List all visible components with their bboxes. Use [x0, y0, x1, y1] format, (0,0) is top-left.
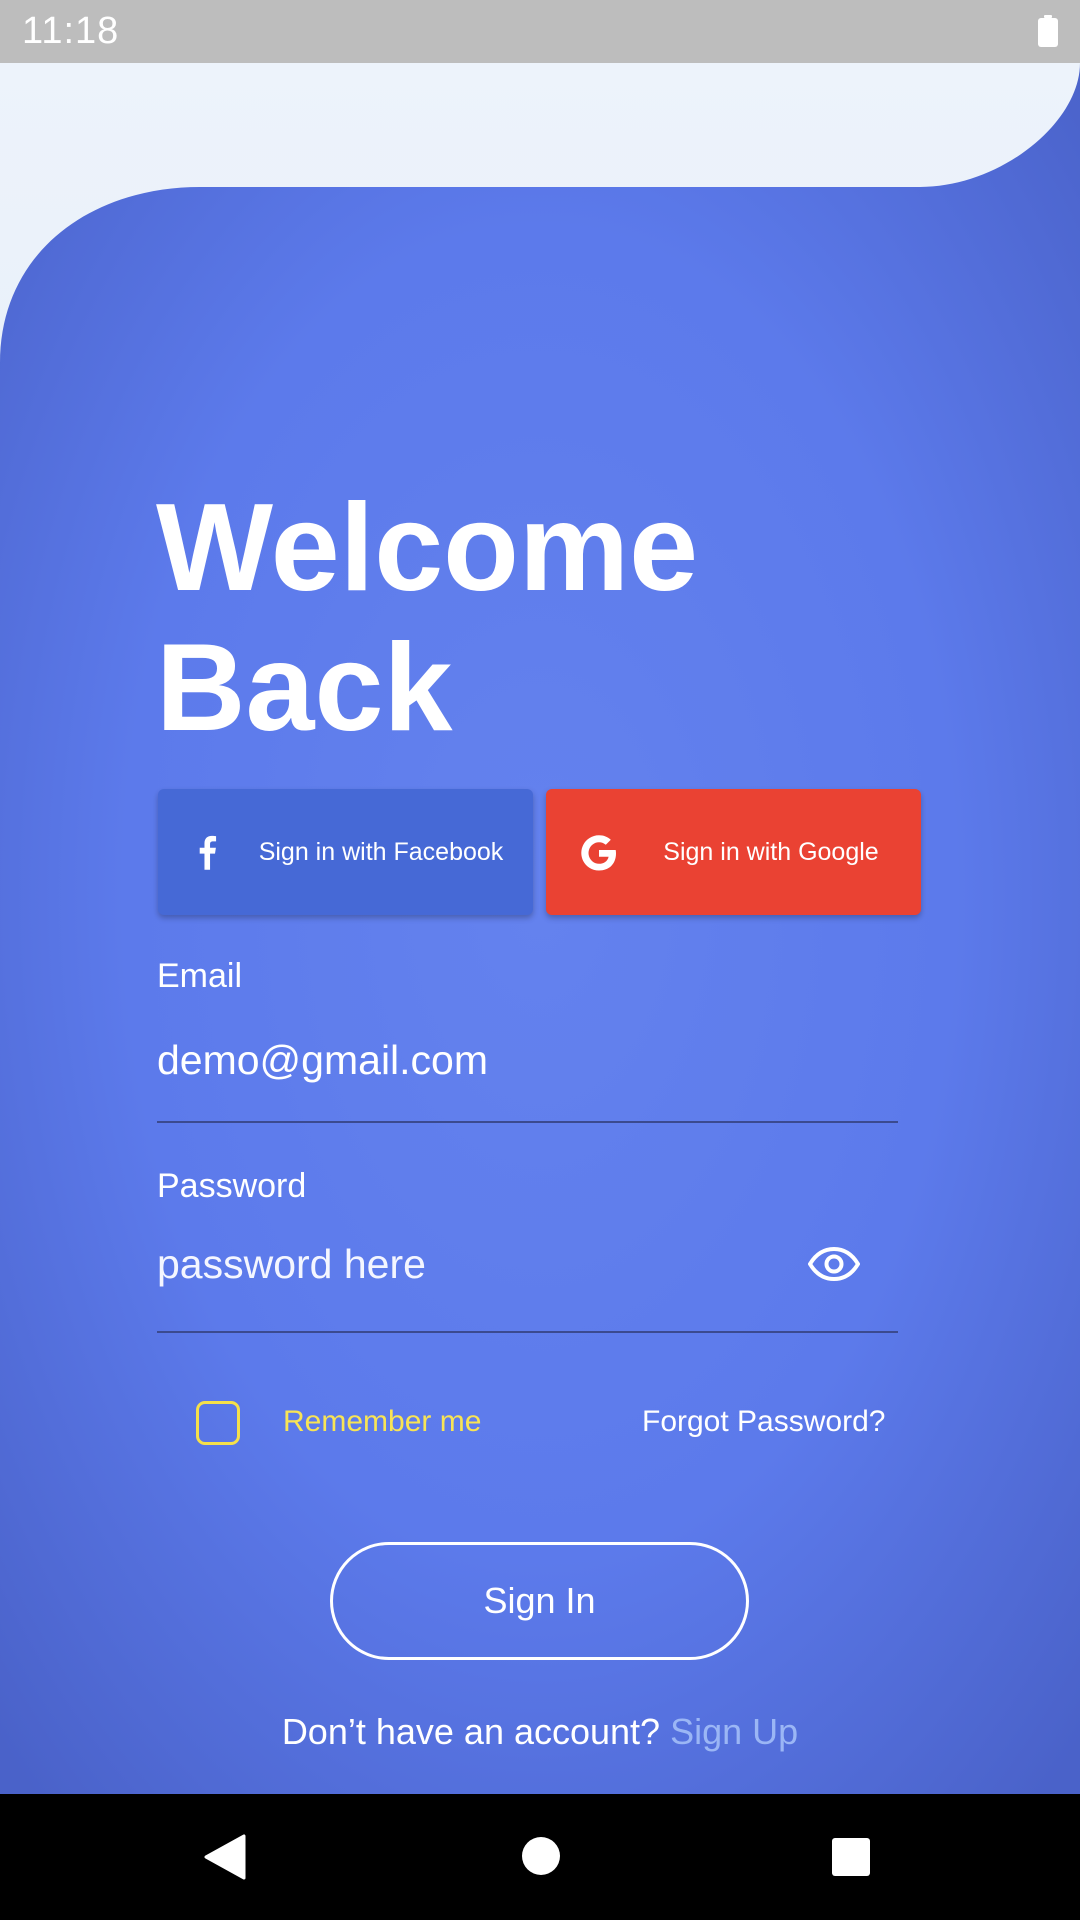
- password-field[interactable]: [157, 1229, 777, 1299]
- email-label: Email: [157, 957, 243, 995]
- sign-in-button[interactable]: Sign In: [330, 1542, 749, 1660]
- navigation-bar: [0, 1794, 1080, 1920]
- welcome-title: Welcome Back: [156, 479, 699, 757]
- back-triangle-icon[interactable]: [204, 1834, 246, 1880]
- forgot-password-link[interactable]: Forgot Password?: [642, 1405, 885, 1439]
- status-time: 11:18: [22, 10, 120, 52]
- login-screen: Welcome Back: [0, 63, 1080, 1794]
- remember-me-checkbox[interactable]: [196, 1401, 240, 1445]
- google-button-label: Sign in with Google: [663, 838, 879, 866]
- signup-row: Don’t have an account? Sign Up: [0, 1711, 1080, 1753]
- signup-prompt: Don’t have an account?: [281, 1711, 661, 1752]
- facebook-sign-in-button[interactable]: Sign in with Facebook: [158, 789, 533, 915]
- home-circle-icon[interactable]: [521, 1836, 561, 1876]
- email-field[interactable]: [157, 1025, 897, 1095]
- recents-square-icon[interactable]: [831, 1837, 871, 1877]
- google-sign-in-button[interactable]: Sign in with Google: [546, 789, 921, 915]
- eye-icon[interactable]: [808, 1247, 860, 1281]
- screen: 11:18 Welcome Back Sign in with Facebook: [0, 0, 1080, 1920]
- remember-me-label[interactable]: Remember me: [283, 1405, 481, 1439]
- facebook-button-label: Sign in with Facebook: [258, 838, 504, 866]
- battery-full-icon: [1038, 15, 1058, 47]
- password-underline: [157, 1331, 898, 1333]
- google-icon: [581, 835, 616, 871]
- facebook-icon: [199, 835, 217, 870]
- sign-up-link[interactable]: Sign Up: [670, 1711, 798, 1752]
- status-bar: 11:18: [0, 0, 1080, 63]
- password-label: Password: [157, 1167, 307, 1205]
- email-underline: [157, 1121, 898, 1123]
- background-shape: [0, 63, 1080, 1794]
